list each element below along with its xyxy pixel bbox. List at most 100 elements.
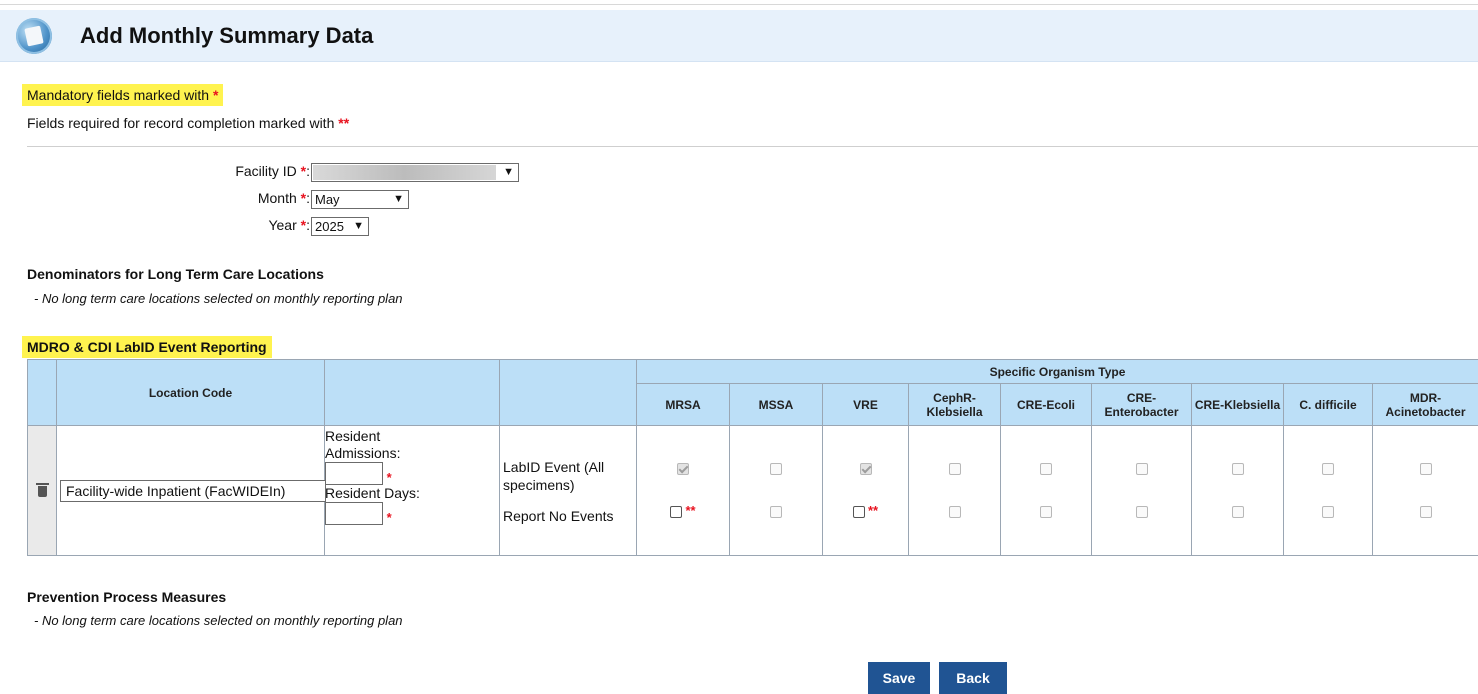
organism-cell [1092,426,1192,556]
organism-header: CRE-Klebsiella [1192,384,1284,426]
organism-cell [1284,426,1373,556]
organism-cell: ** [637,426,730,556]
header-location-code: Location Code [57,360,325,426]
no-events-wrap [1420,503,1432,518]
header-gutter [28,360,57,426]
mdro-title-wrap: MDRO & CDI LabID Event Reporting [22,339,272,355]
completion-text: Fields required for record completion ma… [27,115,334,131]
section-divider [27,146,1478,147]
report-no-events-checkbox[interactable] [1322,506,1334,518]
labid-event-checkbox[interactable] [1420,463,1432,475]
organism-header: MSSA [730,384,823,426]
no-events-wrap [1322,503,1334,518]
page-header: Add Monthly Summary Data [0,10,1478,62]
organism-header: C. difficile [1284,384,1373,426]
mandatory-text: Mandatory fields marked with [27,87,209,103]
labid-event-checkbox[interactable] [860,463,872,475]
resident-admissions-label: Resident Admissions: [325,428,420,462]
location-cell: Facility-wide Inpatient (FacWIDEIn) [57,426,325,556]
report-no-events-checkbox[interactable] [1136,506,1148,518]
location-select[interactable]: Facility-wide Inpatient (FacWIDEIn) [60,480,326,502]
report-no-events-checkbox[interactable] [1040,506,1052,518]
required-star: * [387,470,392,485]
completion-stars: ** [685,503,695,518]
nhsn-globe-icon [16,18,52,54]
no-events-wrap [1232,503,1244,518]
organism-header: CRE-Ecoli [1001,384,1092,426]
resident-days-label: Resident Days: [325,485,420,502]
completion-stars: ** [868,503,878,518]
top-divider [0,4,1478,5]
labid-event-checkbox[interactable] [1232,463,1244,475]
facility-id-select[interactable]: ▼ [311,163,519,182]
organism-cell [1373,426,1478,556]
organism-header: VRE [823,384,909,426]
labid-event-checkbox[interactable] [949,463,961,475]
organism-cell [1001,426,1092,556]
organism-cell [730,426,823,556]
report-no-events-checkbox[interactable] [670,506,682,518]
event-type-cell: LabID Event (All specimens) Report No Ev… [500,426,637,556]
trash-icon[interactable] [38,486,47,497]
labid-event-label: LabID Event (All specimens) [503,458,633,494]
mdro-table: Location Code Specific Organism Type MRS… [27,359,1478,556]
report-no-events-checkbox[interactable] [949,506,961,518]
labid-event-checkbox[interactable] [1322,463,1334,475]
report-no-events-label: Report No Events [503,508,636,524]
chevron-down-icon: ▼ [353,219,364,234]
report-no-events-checkbox[interactable] [770,506,782,518]
mdro-title: MDRO & CDI LabID Event Reporting [22,336,272,358]
no-events-wrap [770,503,782,518]
no-events-wrap [1136,503,1148,518]
labid-event-checkbox[interactable] [677,463,689,475]
chevron-down-icon: ▼ [393,192,404,207]
organism-header: CephR-Klebsiella [909,384,1001,426]
labid-event-checkbox[interactable] [1136,463,1148,475]
back-button[interactable]: Back [939,662,1007,694]
labid-event-checkbox[interactable] [770,463,782,475]
header-denominators [325,360,500,426]
year-label: Year *: [110,217,310,233]
required-star: * [387,510,392,525]
mandatory-note: Mandatory fields marked with * [22,87,223,103]
month-value: May [315,192,340,207]
organism-cell: ** [823,426,909,556]
denominator-cell: Resident Admissions: * Resident Days: * [325,426,500,556]
ltc-denominators-title: Denominators for Long Term Care Location… [27,266,324,282]
mandatory-highlight: Mandatory fields marked with * [22,84,223,106]
year-select[interactable]: 2025 ▼ [311,217,369,236]
completion-note: Fields required for record completion ma… [27,115,349,131]
required-star: * [213,87,218,103]
organism-cell [909,426,1001,556]
no-events-wrap: ** [853,503,878,518]
labid-event-checkbox[interactable] [1040,463,1052,475]
chevron-down-icon: ▼ [503,165,514,180]
save-button[interactable]: Save [868,662,930,694]
organism-cell [1192,426,1284,556]
completion-stars: ** [338,115,349,131]
prevention-measures-title: Prevention Process Measures [27,589,226,605]
year-value: 2025 [315,219,344,234]
organism-header: CRE-Enterobacter [1092,384,1192,426]
resident-admissions-input[interactable] [325,462,383,485]
month-select[interactable]: May ▼ [311,190,409,209]
report-no-events-checkbox[interactable] [1420,506,1432,518]
resident-days-input[interactable] [325,502,383,525]
delete-cell [28,426,57,556]
page-title: Add Monthly Summary Data [80,23,373,49]
location-value: Facility-wide Inpatient (FacWIDEIn) [66,483,285,499]
facility-id-value-redacted [313,165,496,180]
facility-id-label: Facility ID *: [110,163,310,179]
organism-header: MDR-Acinetobacter [1373,384,1478,426]
no-events-wrap [1040,503,1052,518]
header-specific-organism: Specific Organism Type [637,360,1478,384]
month-label: Month *: [110,190,310,206]
header-event-type [500,360,637,426]
no-events-wrap: ** [670,503,695,518]
ltc-denominators-note: - No long term care locations selected o… [34,291,403,306]
no-events-wrap [949,503,961,518]
report-no-events-checkbox[interactable] [853,506,865,518]
prevention-measures-note: - No long term care locations selected o… [34,613,403,628]
organism-header: MRSA [637,384,730,426]
report-no-events-checkbox[interactable] [1232,506,1244,518]
